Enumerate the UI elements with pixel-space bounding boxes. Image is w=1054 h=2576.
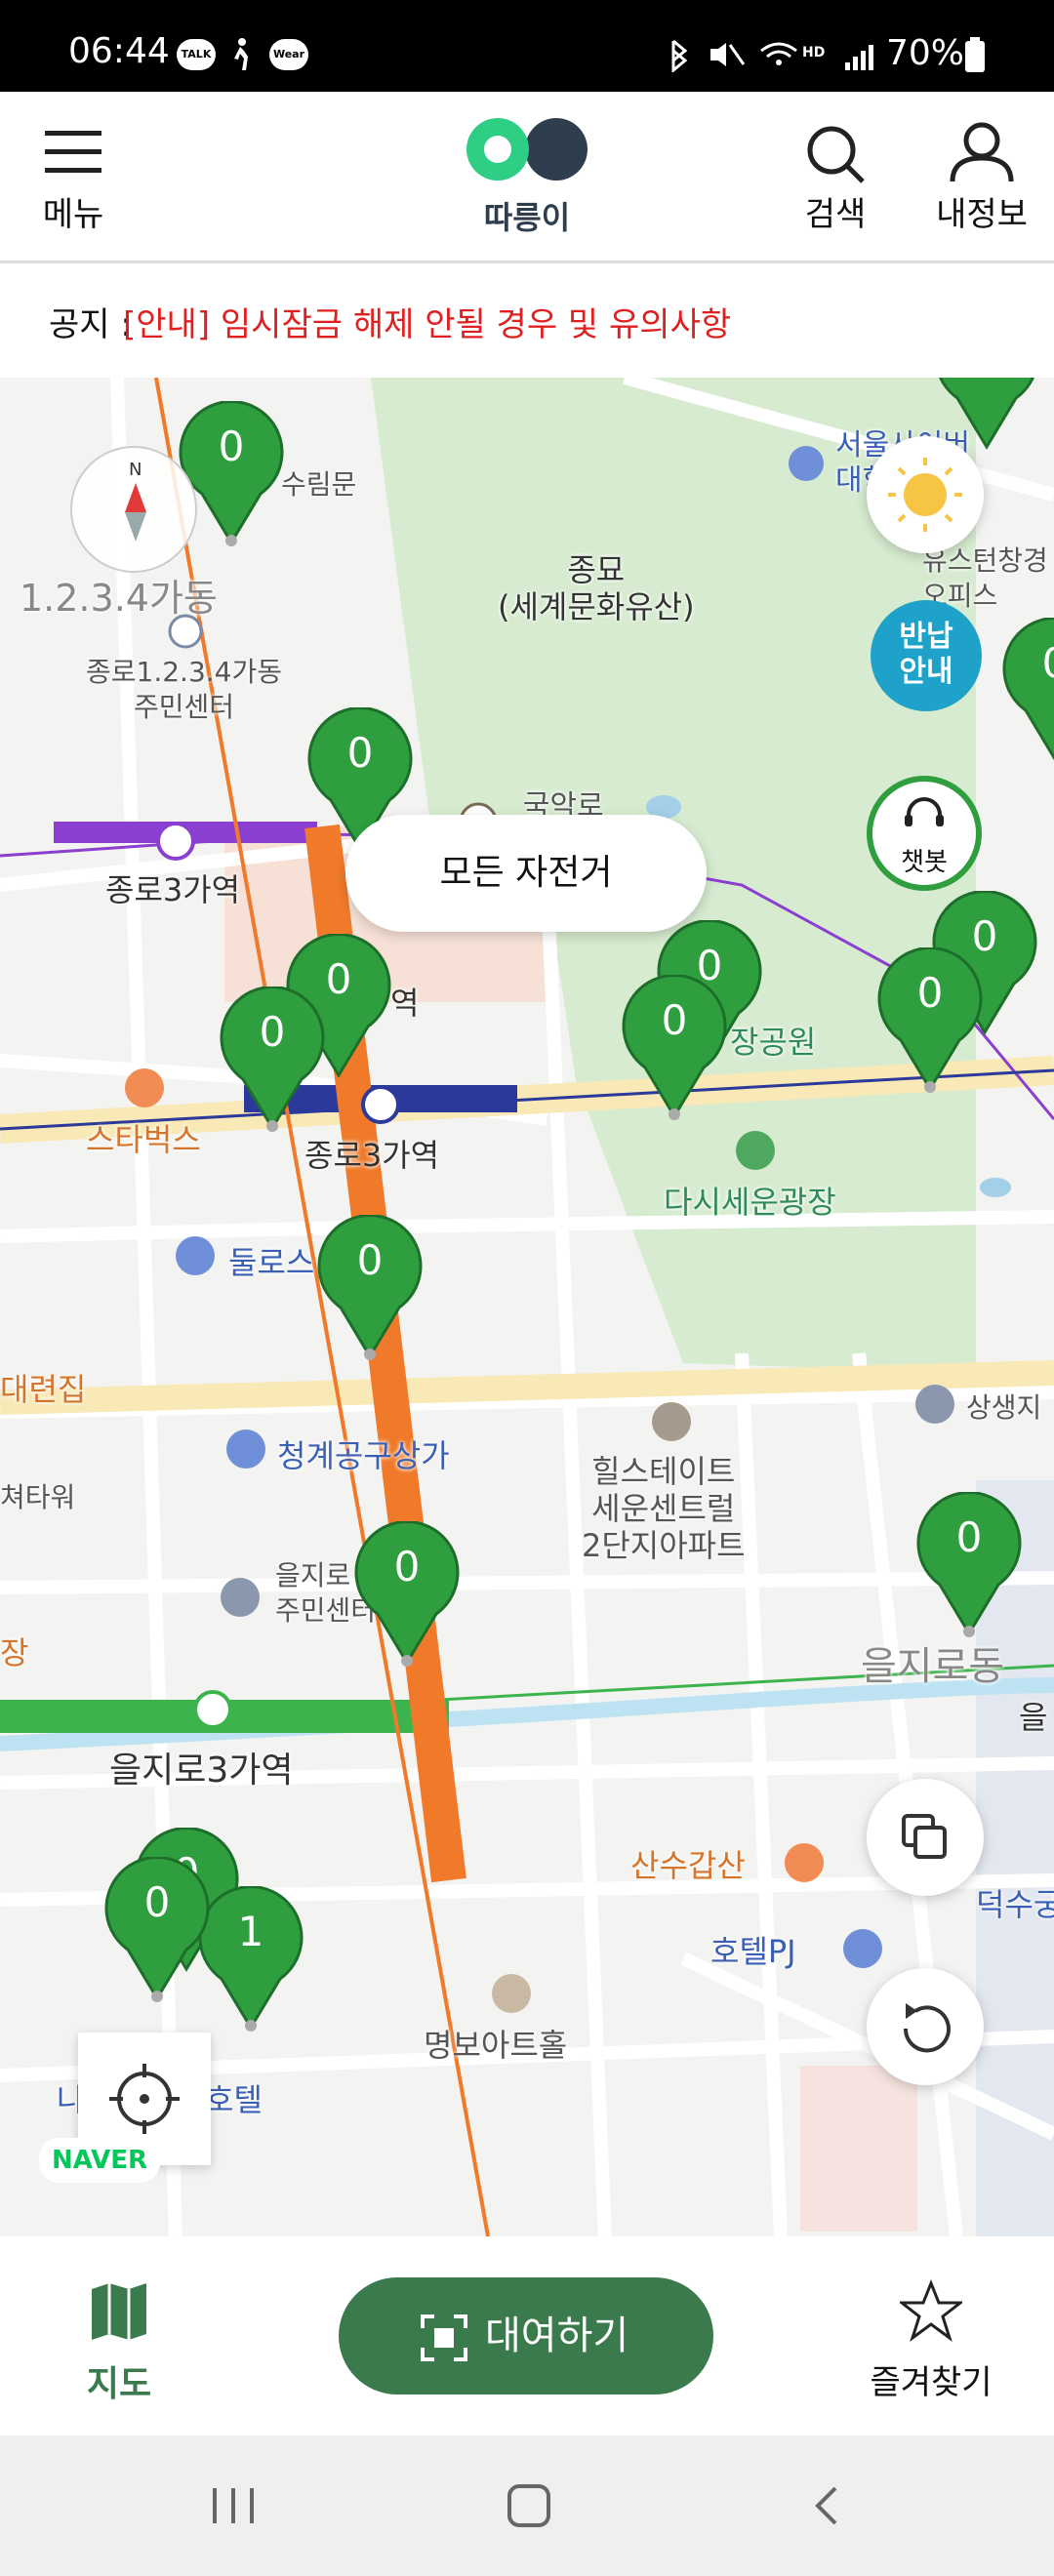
star-icon [900,2279,962,2342]
bike-station-marker[interactable]: 0 [353,1521,461,1668]
compass-button[interactable]: N [70,446,197,573]
svg-text:N: N [129,460,142,480]
map-label-eul: 을 [1019,1699,1048,1736]
menu-button[interactable]: 메뉴 [29,121,117,248]
map-view[interactable]: 1.2.3.4가동 종로1.2.3.4가동 주민센터 수림문 종묘 (세계문화유… [0,378,1054,2236]
map-label-apartment: 힐스테이트 세운센트럴 2단지아파트 [582,1453,746,1564]
map-label-jongno3-line1: 종로3가역 [304,1137,440,1174]
myinfo-button[interactable]: 내정보 [923,121,1040,248]
map-label-dullo: 둘로스 [228,1244,315,1281]
bike-station-marker[interactable]: 1 [197,1886,304,2033]
map-label-house: 대련집 [0,1371,87,1408]
sun-icon [888,458,962,532]
logo-label: 따릉이 [483,199,571,236]
status-bar: 06:44 TALK Wear HD 70% [0,0,1054,92]
map-label-euljiro3: 을지로3가역 [109,1751,294,1791]
bike-station-marker[interactable]: 0 [316,1215,424,1361]
map-label-jongmyo: 종묘 (세계문화유산) [498,551,695,625]
chatbot-button[interactable]: 챗봇 [867,776,982,891]
system-status-icons: HD [671,39,873,72]
nav-map[interactable]: 지도 [61,2279,178,2406]
map-label-sumyeong: 수림문 [281,468,357,501]
station-bike-count: 0 [393,1543,421,1590]
bike-station-marker[interactable]: 0 [1001,618,1054,764]
wear-icon: Wear [269,39,308,70]
app-logo: 따릉이 [459,115,595,252]
battery-icon [965,37,985,72]
notice-prefix: 공지 : [49,305,132,344]
map-label-station-partial: 역 [390,985,420,1022]
return-guide-button[interactable]: 반납 안내 [871,600,982,711]
nav-favorites[interactable]: 즐겨찾기 [853,2279,1009,2406]
map-label-euljiro-dong: 을지로동 [861,1644,1005,1689]
map-label-tower: 쳐타워 [0,1481,76,1513]
walk-icon [234,38,248,70]
notice-message[interactable]: [안내] 임시잠금 해제 안될 경우 및 유의사항 [123,298,731,345]
qr-scan-icon [421,2314,467,2361]
station-bike-count: 0 [1001,639,1054,687]
layers-button[interactable] [867,1779,984,1896]
menu-label: 메뉴 [42,195,104,234]
map-label-starbucks: 스타벅스 [86,1121,201,1158]
hamburger-icon [45,131,101,173]
home-icon[interactable] [506,2482,552,2529]
nav-favorites-label: 즐겨찾기 [870,2363,993,2402]
search-label: 검색 [804,195,867,234]
station-bike-count: 0 [143,1878,171,1926]
bike-station-marker[interactable]: 0 [876,947,984,1094]
user-icon [950,122,1014,182]
map-label-jang: 장 [0,1634,29,1671]
station-bike-count: 0 [356,1236,384,1284]
naver-logo: NAVER [39,2138,160,2183]
map-label-myeongbo: 명보아트홀 [424,2027,568,2064]
map-label-center: 종로1.2.3.4가동 주민센터 [86,656,282,723]
map-label-hotel-pj: 호텔PJ [710,1933,796,1970]
refresh-icon [903,2003,951,2053]
nav-map-label: 지도 [86,2364,152,2404]
weather-button[interactable] [867,436,984,553]
notice-bar[interactable]: 공지 : [안내] 임시잠금 해제 안될 경우 및 유의사항 [0,266,1054,376]
station-bike-count: 0 [916,969,944,1017]
station-bike-count: 0 [661,996,688,1044]
bike-station-marker[interactable]: 0 [219,986,326,1133]
myinfo-label: 내정보 [936,195,1028,234]
bike-filter-pill[interactable]: 모든 자전거 [345,815,707,932]
station-bike-count: 0 [346,729,374,777]
map-label-hotel: 호텔 [205,2081,263,2118]
refresh-button[interactable] [867,1968,984,2085]
headset-icon [905,797,944,826]
layers-icon [902,1814,947,1859]
station-bike-count: 1 [237,1908,264,1955]
status-time: 06:44 [68,31,170,71]
app-header: 메뉴 따릉이 검색 내정보 [0,92,1054,263]
search-icon [807,126,865,183]
map-label-duksu: 덕수궁 [976,1886,1054,1923]
map-label-dong: 1.2.3.4가동 [20,577,218,620]
compass-icon: N [125,460,146,542]
talk-icon: TALK [177,39,216,70]
recent-apps-icon[interactable] [207,2484,260,2527]
bottom-nav: 지도 대여하기 즐겨찾기 [0,2236,1054,2435]
bike-station-marker[interactable]: 0 [915,1492,1023,1638]
map-label-jongno3-line5: 종로3가역 [105,871,241,908]
station-bike-count: 0 [259,1008,286,1056]
chatbot-label: 챗봇 [901,848,948,877]
map-label-sangsaeng: 상생지 [966,1391,1042,1424]
rent-button[interactable]: 대여하기 [339,2277,713,2395]
svg-text:HD: HD [802,45,825,60]
bike-station-marker[interactable]: 0 [621,975,728,1121]
bike-station-marker[interactable]: 0 [103,1857,211,2003]
map-label-plaza: 다시세운광장 [664,1184,836,1221]
map-label-sansugap: 산수갑산 [630,1847,746,1884]
search-button[interactable]: 검색 [787,121,884,248]
station-bike-count: 0 [955,1513,983,1561]
rent-button-label: 대여하기 [485,2314,629,2358]
battery-level: 70% [886,33,965,73]
system-nav-bar [0,2435,1054,2576]
map-label-cheonggye: 청계공구상가 [277,1437,450,1474]
map-icon [92,2283,146,2340]
logo-icon [466,118,588,181]
back-icon[interactable] [808,2484,847,2527]
